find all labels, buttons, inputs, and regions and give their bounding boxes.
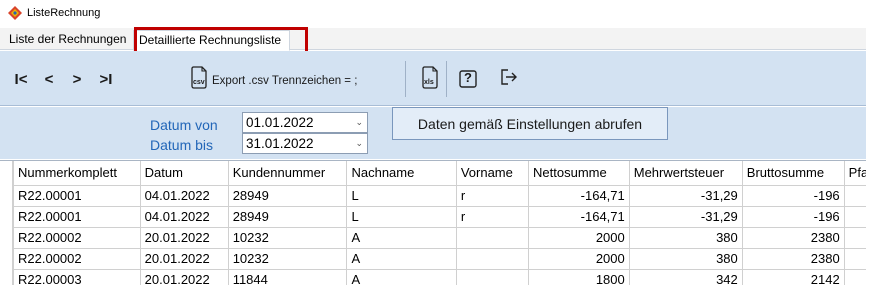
table-cell[interactable]: -164,71 (528, 184, 630, 207)
exit-button[interactable] (496, 66, 522, 92)
table-cell[interactable]: 2380 (741, 226, 845, 249)
first-record-icon: I< (14, 70, 28, 88)
table-cell[interactable] (455, 247, 530, 270)
table-cell[interactable]: 380 (628, 226, 743, 249)
app-logo-icon (8, 6, 22, 20)
table-cell[interactable]: R22.00001 (13, 205, 141, 228)
help-button[interactable]: ? (455, 66, 481, 92)
column-header[interactable]: Nettosumme (528, 161, 630, 186)
table-cell[interactable]: 04.01.2022 (139, 184, 229, 207)
table-cell[interactable]: -196 (741, 184, 845, 207)
table-header-row: Nummerkomplett Datum Kundennummer Nachna… (13, 161, 884, 186)
datum-bis-value: 31.01.2022 (246, 136, 314, 151)
title-bar: ListeRechnung (0, 0, 884, 26)
xls-icon-text: xls (424, 79, 434, 86)
toolbar-separator (405, 61, 406, 97)
table-cell[interactable]: A (346, 268, 457, 285)
csv-file-icon: csv (190, 66, 208, 92)
table-cell[interactable]: 20.01.2022 (139, 268, 229, 285)
chevron-down-icon[interactable]: ⌄ (355, 113, 363, 132)
chevron-right-icon: > (72, 70, 82, 88)
toolbar: I< < > >I csv Export .csv Trennzeichen =… (0, 51, 866, 106)
csv-icon-text: csv (193, 79, 205, 86)
invoice-table: Nummerkomplett Datum Kundennummer Nachna… (13, 161, 884, 285)
table-cell[interactable]: R22.00002 (13, 226, 141, 249)
table-cell[interactable]: R22.00002 (13, 247, 141, 270)
right-edge-margin (866, 0, 884, 285)
table-cell[interactable]: L (346, 205, 457, 228)
datum-von-picker[interactable]: 01.01.2022 ⌄ (242, 112, 368, 133)
filter-panel: Datum von Datum bis 01.01.2022 ⌄ 31.01.2… (0, 107, 866, 159)
table-cell[interactable]: -164,71 (528, 205, 630, 228)
table-cell[interactable]: 20.01.2022 (139, 226, 229, 249)
column-header[interactable]: Nachname (346, 161, 457, 186)
row-header-column (0, 161, 13, 285)
table-cell[interactable]: r (455, 205, 530, 228)
tab-liste-der-rechnungen[interactable]: Liste der Rechnungen (4, 30, 131, 50)
table-cell[interactable]: 28949 (227, 205, 348, 228)
table-cell[interactable]: 10232 (227, 247, 348, 270)
table-cell[interactable]: -31,29 (628, 205, 743, 228)
table-cell[interactable]: 2380 (741, 247, 845, 270)
table-cell[interactable]: 28949 (227, 184, 348, 207)
table-row[interactable]: R22.00002 20.01.2022 10232 A 2000 380 23… (13, 247, 884, 270)
table-cell[interactable]: L (346, 184, 457, 207)
table-cell[interactable]: 11844 (227, 268, 348, 285)
column-header[interactable]: Vorname (455, 161, 530, 186)
table-cell[interactable]: 2000 (528, 247, 630, 270)
chevron-down-icon[interactable]: ⌄ (355, 134, 363, 153)
table-cell[interactable]: 2000 (528, 226, 630, 249)
table-cell[interactable]: 380 (628, 247, 743, 270)
column-header[interactable]: Kundennummer (227, 161, 348, 186)
table-cell[interactable]: r (455, 184, 530, 207)
column-header[interactable]: Bruttosumme (741, 161, 845, 186)
last-record-button[interactable]: >I (93, 68, 119, 90)
table-row[interactable]: R22.00001 04.01.2022 28949 L r -164,71 -… (13, 205, 884, 228)
chevron-left-icon: < (44, 70, 54, 88)
datum-bis-label: Datum bis (150, 137, 214, 153)
xls-file-icon: xls (421, 66, 439, 92)
invoice-grid[interactable]: Nummerkomplett Datum Kundennummer Nachna… (0, 160, 884, 285)
table-cell[interactable]: R22.00003 (13, 268, 141, 285)
export-csv-label: Export .csv Trennzeichen = ; (212, 75, 358, 87)
datum-von-value: 01.01.2022 (246, 115, 314, 130)
datum-von-label: Datum von (150, 117, 218, 133)
table-row[interactable]: R22.00002 20.01.2022 10232 A 2000 380 23… (13, 226, 884, 249)
next-record-button[interactable]: > (64, 68, 90, 90)
toolbar-separator (446, 61, 447, 97)
table-cell[interactable]: 342 (628, 268, 743, 285)
datum-bis-picker[interactable]: 31.01.2022 ⌄ (242, 133, 368, 154)
table-cell[interactable]: 10232 (227, 226, 348, 249)
table-cell[interactable]: R22.00001 (13, 184, 141, 207)
table-cell[interactable] (455, 268, 530, 285)
table-cell[interactable]: 1800 (528, 268, 630, 285)
first-record-button[interactable]: I< (8, 68, 34, 90)
table-cell[interactable]: -31,29 (628, 184, 743, 207)
help-icon-mark: ? (464, 70, 472, 85)
table-row[interactable]: R22.00003 20.01.2022 11844 A 1800 342 21… (13, 268, 884, 285)
tab-strip: Liste der Rechnungen Detaillierte Rechnu… (0, 28, 884, 51)
fetch-data-button[interactable]: Daten gemäß Einstellungen abrufen (392, 107, 668, 140)
help-icon: ? (459, 70, 477, 88)
table-cell[interactable]: 04.01.2022 (139, 205, 229, 228)
table-row[interactable]: R22.00001 04.01.2022 28949 L r -164,71 -… (13, 184, 884, 207)
previous-record-button[interactable]: < (36, 68, 62, 90)
table-cell[interactable]: A (346, 226, 457, 249)
table-cell[interactable]: -196 (741, 205, 845, 228)
window-title: ListeRechnung (27, 7, 101, 19)
column-header[interactable]: Datum (139, 161, 229, 186)
table-cell[interactable] (455, 226, 530, 249)
table-cell[interactable]: 20.01.2022 (139, 247, 229, 270)
last-record-icon: >I (99, 70, 113, 88)
column-header[interactable]: Nummerkomplett (13, 161, 141, 186)
exit-icon (500, 68, 518, 90)
table-cell[interactable]: 2142 (741, 268, 845, 285)
column-header[interactable]: Mehrwertsteuer (628, 161, 743, 186)
table-cell[interactable]: A (346, 247, 457, 270)
export-csv-button[interactable]: csv Export .csv Trennzeichen = ; (190, 65, 357, 93)
export-xls-button[interactable]: xls (418, 64, 442, 94)
